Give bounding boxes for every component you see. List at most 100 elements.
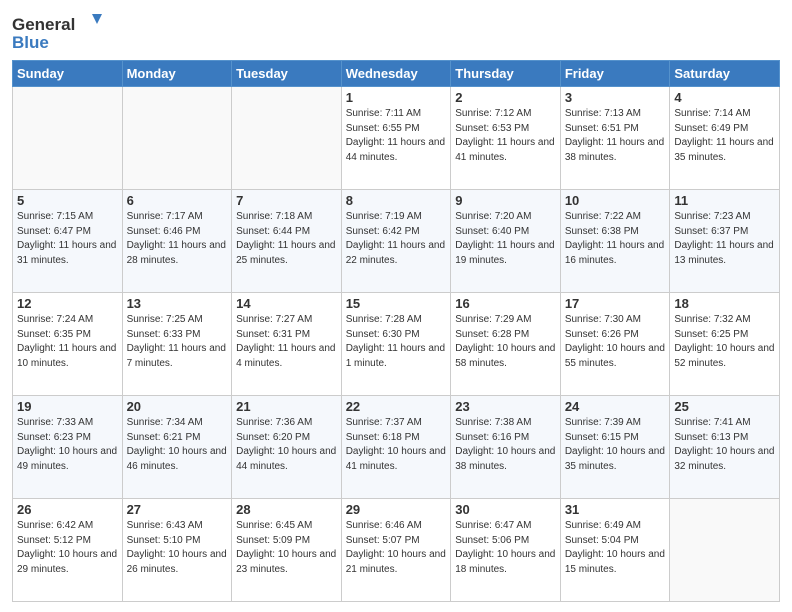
day-number: 3	[565, 90, 666, 105]
day-number: 9	[455, 193, 556, 208]
weekday-header-saturday: Saturday	[670, 61, 780, 87]
day-info: Sunrise: 6:43 AM Sunset: 5:10 PM Dayligh…	[127, 519, 228, 577]
day-info: Sunrise: 7:39 AM Sunset: 6:15 PM Dayligh…	[565, 416, 666, 474]
calendar-cell: 11Sunrise: 7:23 AM Sunset: 6:37 PM Dayli…	[670, 190, 780, 293]
calendar-cell: 30 Sunrise: 6:47 AM Sunset: 5:06 PM Dayli…	[451, 499, 561, 602]
day-info: Sunrise: 7:13 AM Sunset: 6:51 PM Dayligh…	[565, 107, 666, 165]
day-number: 14	[236, 296, 337, 311]
calendar-week-row: 1 Sunrise: 7:11 AM Sunset: 6:55 PM Daylig…	[13, 87, 780, 190]
calendar-cell: 27Sunrise: 6:43 AM Sunset: 5:10 PM Dayli…	[122, 499, 232, 602]
day-info: Sunrise: 7:30 AM Sunset: 6:26 PM Dayligh…	[565, 313, 666, 371]
calendar-cell: 19 Sunrise: 7:33 AM Sunset: 6:23 PM Dayli…	[13, 396, 123, 499]
weekday-header-tuesday: Tuesday	[232, 61, 342, 87]
calendar-cell: 29 Sunrise: 6:46 AM Sunset: 5:07 PM Dayli…	[341, 499, 451, 602]
calendar-cell: 4Sunrise: 7:14 AM Sunset: 6:49 PM Daylig…	[670, 87, 780, 190]
calendar-cell: 8Sunrise: 7:19 AM Sunset: 6:42 PM Daylig…	[341, 190, 451, 293]
day-number: 24	[565, 399, 666, 414]
day-number: 7	[236, 193, 337, 208]
day-info: Sunrise: 7:15 AM Sunset: 6:47 PM Dayligh…	[17, 210, 118, 268]
day-info: Sunrise: 6:47 AM Sunset: 5:06 PM Dayligh…	[455, 519, 556, 577]
day-info: Sunrise: 6:42 AM Sunset: 5:12 PM Dayligh…	[17, 519, 118, 577]
day-info: Sunrise: 7:18 AM Sunset: 6:44 PM Dayligh…	[236, 210, 337, 268]
calendar-table: SundayMondayTuesdayWednesdayThursdayFrid…	[12, 60, 780, 602]
calendar-week-row: 5 Sunrise: 7:15 AM Sunset: 6:47 PM Daylig…	[13, 190, 780, 293]
calendar-cell: 17Sunrise: 7:30 AM Sunset: 6:26 PM Dayli…	[560, 293, 670, 396]
day-info: Sunrise: 7:20 AM Sunset: 6:40 PM Dayligh…	[455, 210, 556, 268]
calendar-week-row: 19 Sunrise: 7:33 AM Sunset: 6:23 PM Dayli…	[13, 396, 780, 499]
day-number: 21	[236, 399, 337, 414]
calendar-week-row: 12 Sunrise: 7:24 AM Sunset: 6:35 PM Dayli…	[13, 293, 780, 396]
day-info: Sunrise: 7:36 AM Sunset: 6:20 PM Dayligh…	[236, 416, 337, 474]
calendar-cell: 26 Sunrise: 6:42 AM Sunset: 5:12 PM Dayli…	[13, 499, 123, 602]
day-number: 25	[674, 399, 775, 414]
day-info: Sunrise: 7:32 AM Sunset: 6:25 PM Dayligh…	[674, 313, 775, 371]
day-number: 30	[455, 502, 556, 517]
day-info: Sunrise: 6:46 AM Sunset: 5:07 PM Dayligh…	[346, 519, 447, 577]
calendar-cell: 28Sunrise: 6:45 AM Sunset: 5:09 PM Dayli…	[232, 499, 342, 602]
day-number: 20	[127, 399, 228, 414]
weekday-header-friday: Friday	[560, 61, 670, 87]
day-info: Sunrise: 7:37 AM Sunset: 6:18 PM Dayligh…	[346, 416, 447, 474]
day-number: 5	[17, 193, 118, 208]
calendar-cell	[670, 499, 780, 602]
calendar-cell: 5 Sunrise: 7:15 AM Sunset: 6:47 PM Daylig…	[13, 190, 123, 293]
calendar-cell: 1 Sunrise: 7:11 AM Sunset: 6:55 PM Daylig…	[341, 87, 451, 190]
calendar-cell: 15 Sunrise: 7:28 AM Sunset: 6:30 PM Dayli…	[341, 293, 451, 396]
day-info: Sunrise: 7:25 AM Sunset: 6:33 PM Dayligh…	[127, 313, 228, 371]
day-number: 31	[565, 502, 666, 517]
day-info: Sunrise: 7:22 AM Sunset: 6:38 PM Dayligh…	[565, 210, 666, 268]
day-info: Sunrise: 7:12 AM Sunset: 6:53 PM Dayligh…	[455, 107, 556, 165]
calendar-cell: 6Sunrise: 7:17 AM Sunset: 6:46 PM Daylig…	[122, 190, 232, 293]
day-info: Sunrise: 7:33 AM Sunset: 6:23 PM Dayligh…	[17, 416, 118, 474]
day-info: Sunrise: 6:45 AM Sunset: 5:09 PM Dayligh…	[236, 519, 337, 577]
day-number: 23	[455, 399, 556, 414]
logo-svg: General Blue	[12, 10, 102, 52]
day-info: Sunrise: 7:38 AM Sunset: 6:16 PM Dayligh…	[455, 416, 556, 474]
day-info: Sunrise: 7:41 AM Sunset: 6:13 PM Dayligh…	[674, 416, 775, 474]
calendar-cell: 23 Sunrise: 7:38 AM Sunset: 6:16 PM Dayli…	[451, 396, 561, 499]
day-number: 12	[17, 296, 118, 311]
day-info: Sunrise: 7:24 AM Sunset: 6:35 PM Dayligh…	[17, 313, 118, 371]
day-info: Sunrise: 7:23 AM Sunset: 6:37 PM Dayligh…	[674, 210, 775, 268]
day-info: Sunrise: 7:19 AM Sunset: 6:42 PM Dayligh…	[346, 210, 447, 268]
day-number: 16	[455, 296, 556, 311]
calendar-cell: 13 Sunrise: 7:25 AM Sunset: 6:33 PM Dayli…	[122, 293, 232, 396]
calendar-cell	[232, 87, 342, 190]
day-number: 29	[346, 502, 447, 517]
svg-text:Blue: Blue	[12, 33, 49, 52]
day-info: Sunrise: 7:29 AM Sunset: 6:28 PM Dayligh…	[455, 313, 556, 371]
weekday-header-monday: Monday	[122, 61, 232, 87]
calendar-cell: 7 Sunrise: 7:18 AM Sunset: 6:44 PM Daylig…	[232, 190, 342, 293]
calendar-cell: 12 Sunrise: 7:24 AM Sunset: 6:35 PM Dayli…	[13, 293, 123, 396]
day-number: 1	[346, 90, 447, 105]
calendar-week-row: 26 Sunrise: 6:42 AM Sunset: 5:12 PM Dayli…	[13, 499, 780, 602]
logo: General Blue	[12, 10, 102, 52]
day-number: 13	[127, 296, 228, 311]
day-info: Sunrise: 7:34 AM Sunset: 6:21 PM Dayligh…	[127, 416, 228, 474]
calendar-cell: 10Sunrise: 7:22 AM Sunset: 6:38 PM Dayli…	[560, 190, 670, 293]
day-number: 15	[346, 296, 447, 311]
calendar-cell	[13, 87, 123, 190]
day-number: 19	[17, 399, 118, 414]
header: General Blue	[12, 10, 780, 52]
calendar-cell: 16 Sunrise: 7:29 AM Sunset: 6:28 PM Dayli…	[451, 293, 561, 396]
calendar-cell: 2 Sunrise: 7:12 AM Sunset: 6:53 PM Daylig…	[451, 87, 561, 190]
day-info: Sunrise: 7:17 AM Sunset: 6:46 PM Dayligh…	[127, 210, 228, 268]
calendar-cell: 3 Sunrise: 7:13 AM Sunset: 6:51 PM Daylig…	[560, 87, 670, 190]
day-number: 2	[455, 90, 556, 105]
day-number: 26	[17, 502, 118, 517]
day-number: 22	[346, 399, 447, 414]
calendar-cell: 24 Sunrise: 7:39 AM Sunset: 6:15 PM Dayli…	[560, 396, 670, 499]
day-number: 18	[674, 296, 775, 311]
day-info: Sunrise: 7:28 AM Sunset: 6:30 PM Dayligh…	[346, 313, 447, 371]
calendar-cell: 25 Sunrise: 7:41 AM Sunset: 6:13 PM Dayli…	[670, 396, 780, 499]
calendar-cell	[122, 87, 232, 190]
weekday-header-wednesday: Wednesday	[341, 61, 451, 87]
day-info: Sunrise: 7:14 AM Sunset: 6:49 PM Dayligh…	[674, 107, 775, 165]
page-container: General Blue SundayMondayTuesdayWednesda…	[0, 0, 792, 612]
calendar-cell: 22 Sunrise: 7:37 AM Sunset: 6:18 PM Dayli…	[341, 396, 451, 499]
calendar-cell: 21 Sunrise: 7:36 AM Sunset: 6:20 PM Dayli…	[232, 396, 342, 499]
calendar-cell: 20 Sunrise: 7:34 AM Sunset: 6:21 PM Dayli…	[122, 396, 232, 499]
calendar-cell: 31Sunrise: 6:49 AM Sunset: 5:04 PM Dayli…	[560, 499, 670, 602]
day-info: Sunrise: 7:11 AM Sunset: 6:55 PM Dayligh…	[346, 107, 447, 165]
